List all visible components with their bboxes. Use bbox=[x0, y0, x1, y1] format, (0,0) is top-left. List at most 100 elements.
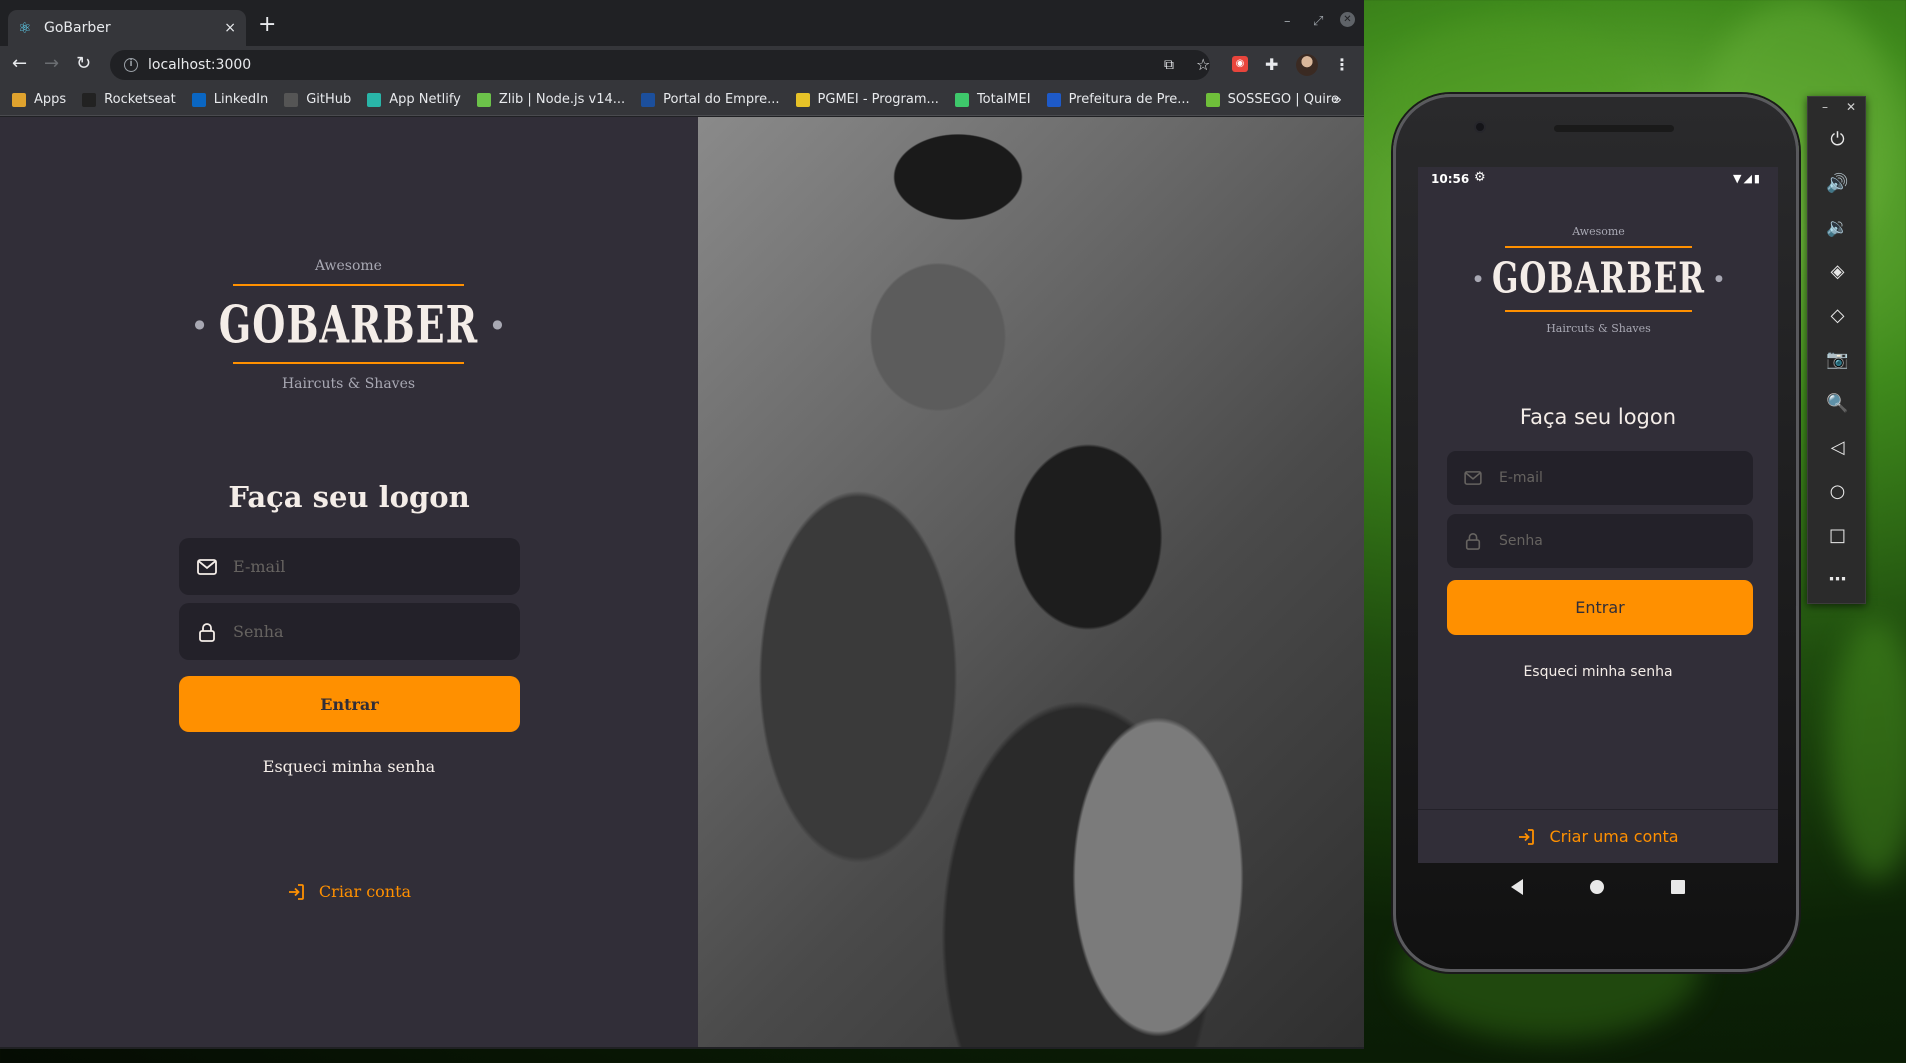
nav-recents-icon[interactable] bbox=[1670, 880, 1685, 894]
logo-dot: ● bbox=[194, 317, 205, 331]
react-icon: ⚛ bbox=[18, 19, 32, 37]
tab-close-icon[interactable]: × bbox=[224, 20, 236, 36]
create-account-label: Criar conta bbox=[318, 882, 412, 901]
emulator-minimize-icon[interactable]: – bbox=[1822, 100, 1828, 114]
maximize-icon[interactable]: ⤢ bbox=[1313, 14, 1323, 29]
bookmark-item[interactable]: SOSSEGO | Quire bbox=[1205, 92, 1339, 107]
nav-home-icon[interactable] bbox=[1589, 880, 1604, 894]
bookmark-label: Portal do Empre... bbox=[663, 92, 780, 107]
create-account-link[interactable]: Criar conta bbox=[0, 882, 698, 901]
address-bar[interactable]: i localhost:3000 bbox=[110, 50, 1210, 80]
bookmark-favicon-icon bbox=[82, 92, 97, 107]
bookmark-item[interactable]: Prefeitura de Pre... bbox=[1046, 92, 1190, 107]
email-placeholder: E-mail bbox=[233, 557, 286, 576]
translate-icon[interactable]: ⧉ bbox=[1164, 56, 1174, 74]
bookmark-item[interactable]: Rocketseat bbox=[82, 92, 176, 107]
signal-battery-icon: ▼◢▮ bbox=[1733, 172, 1762, 185]
bookmark-item[interactable]: Zlib | Node.js v14... bbox=[476, 92, 626, 107]
new-tab-button[interactable]: + bbox=[258, 14, 276, 36]
home-icon[interactable]: ○ bbox=[1808, 471, 1867, 511]
emulator-close-icon[interactable]: ✕ bbox=[1846, 100, 1856, 114]
reload-icon[interactable]: ↻ bbox=[76, 54, 91, 74]
bookmark-favicon-icon bbox=[284, 92, 299, 107]
bookmark-item[interactable]: Apps bbox=[12, 92, 66, 107]
bookmark-favicon-icon bbox=[12, 92, 26, 107]
nav-back-icon[interactable] bbox=[1511, 879, 1524, 895]
bookmark-label: Prefeitura de Pre... bbox=[1068, 92, 1190, 107]
bookmark-item[interactable]: App Netlify bbox=[367, 92, 461, 107]
forgot-password-link[interactable]: Esqueci minha senha bbox=[0, 757, 698, 776]
password-field[interactable]: Senha bbox=[179, 603, 520, 660]
bookmark-favicon-icon bbox=[954, 92, 969, 107]
extension-icon[interactable]: ◉ bbox=[1232, 56, 1248, 72]
power-icon[interactable]: ⏻ bbox=[1808, 119, 1867, 159]
back-arrow-icon[interactable]: ← bbox=[12, 54, 27, 74]
bookmark-star-icon[interactable]: ☆ bbox=[1196, 56, 1210, 74]
forgot-password-link[interactable]: Esqueci minha senha bbox=[1418, 664, 1778, 680]
bookmark-label: App Netlify bbox=[389, 92, 461, 107]
tab-gobarber[interactable]: ⚛ GoBarber × bbox=[8, 10, 246, 46]
extensions-puzzle-icon[interactable]: ✚ bbox=[1265, 56, 1278, 74]
log-in-icon bbox=[1519, 828, 1535, 845]
zoom-icon[interactable]: 🔍 bbox=[1808, 383, 1867, 423]
email-placeholder: E-mail bbox=[1499, 470, 1543, 486]
bookmark-item[interactable]: Portal do Empre... bbox=[641, 92, 780, 107]
bookmarks-bar: Apps Rocketseat LinkedIn GitHub App Netlify Z… bbox=[0, 84, 1364, 116]
forward-arrow-icon[interactable]: → bbox=[44, 54, 59, 74]
bookmark-label: LinkedIn bbox=[213, 92, 269, 107]
bookmark-label: Zlib | Node.js v14... bbox=[498, 92, 626, 107]
camera-icon[interactable]: 📷 bbox=[1808, 339, 1867, 379]
logo-brand: GOBARBER bbox=[218, 293, 479, 355]
lock-icon bbox=[1465, 533, 1481, 550]
logo-dot: ● bbox=[492, 317, 503, 331]
bookmark-favicon-icon bbox=[1046, 92, 1061, 107]
email-field[interactable]: E-mail bbox=[179, 538, 520, 595]
login-button[interactable]: Entrar bbox=[1447, 580, 1753, 635]
logo-tagline-top: Awesome bbox=[315, 258, 382, 274]
bookmark-favicon-icon bbox=[476, 92, 491, 107]
bookmark-item[interactable]: TotalMEI bbox=[954, 92, 1031, 107]
address-text: localhost:3000 bbox=[148, 57, 252, 73]
phone-screen: 10:56 ⚙ ▼◢▮ Awesome ● GOBARBER ● Haircut… bbox=[1418, 167, 1778, 863]
volume-up-icon[interactable]: 🔊 bbox=[1808, 163, 1867, 203]
tab-title: GoBarber bbox=[44, 20, 111, 36]
android-nav-bar bbox=[1418, 863, 1778, 911]
back-icon[interactable]: ◁ bbox=[1808, 427, 1867, 467]
bookmark-favicon-icon bbox=[795, 92, 810, 107]
bookmark-item[interactable]: GitHub bbox=[284, 92, 351, 107]
web-signin-panel: Awesome ● GOBARBER ● Haircuts & Shaves F… bbox=[0, 117, 698, 1047]
bookmark-item[interactable]: LinkedIn bbox=[191, 92, 269, 107]
login-button[interactable]: Entrar bbox=[179, 676, 520, 732]
logo-tagline-bottom: Haircuts & Shaves bbox=[281, 376, 416, 392]
overview-icon[interactable]: □ bbox=[1808, 515, 1867, 555]
background-leaf bbox=[1830, 620, 1906, 880]
bookmark-item[interactable]: PGMEI - Program... bbox=[795, 92, 939, 107]
volume-down-icon[interactable]: 🔉 bbox=[1808, 207, 1867, 247]
email-field[interactable]: E-mail bbox=[1447, 451, 1753, 505]
speaker-grille bbox=[1554, 125, 1674, 132]
lock-icon bbox=[199, 622, 215, 642]
bookmarks-overflow-icon[interactable]: » bbox=[1333, 92, 1342, 108]
mail-icon bbox=[1464, 471, 1482, 485]
minimize-icon[interactable]: – bbox=[1284, 14, 1291, 29]
logo-rule-bottom bbox=[1505, 310, 1692, 312]
profile-avatar[interactable] bbox=[1296, 54, 1318, 76]
bookmark-label: Rocketseat bbox=[104, 92, 176, 107]
bookmark-favicon-icon bbox=[1205, 92, 1220, 107]
site-info-icon[interactable]: i bbox=[124, 58, 138, 72]
rotate-left-icon[interactable]: ◈ bbox=[1808, 251, 1867, 291]
logo-dot: ● bbox=[1715, 274, 1723, 284]
more-icon[interactable]: ⋯ bbox=[1808, 559, 1867, 599]
mail-icon bbox=[197, 558, 217, 575]
phone-logo: Awesome ● GOBARBER ● Haircuts & Shaves bbox=[1474, 225, 1723, 335]
password-placeholder: Senha bbox=[1499, 533, 1543, 549]
password-field[interactable]: Senha bbox=[1447, 514, 1753, 568]
create-account-footer[interactable]: Criar uma conta bbox=[1418, 809, 1778, 863]
create-account-label: Criar uma conta bbox=[1549, 827, 1679, 846]
menu-kebab-icon[interactable]: ⋮ bbox=[1334, 56, 1350, 74]
bookmark-favicon-icon bbox=[367, 92, 382, 107]
rotate-right-icon[interactable]: ◇ bbox=[1808, 295, 1867, 335]
close-window-icon[interactable]: ✕ bbox=[1340, 12, 1355, 27]
emulator-toolbar: – ✕ ⏻ 🔊 🔉 ◈ ◇ 📷 🔍 ◁ ○ □ ⋯ bbox=[1807, 96, 1866, 604]
bookmark-favicon-icon bbox=[641, 92, 656, 107]
